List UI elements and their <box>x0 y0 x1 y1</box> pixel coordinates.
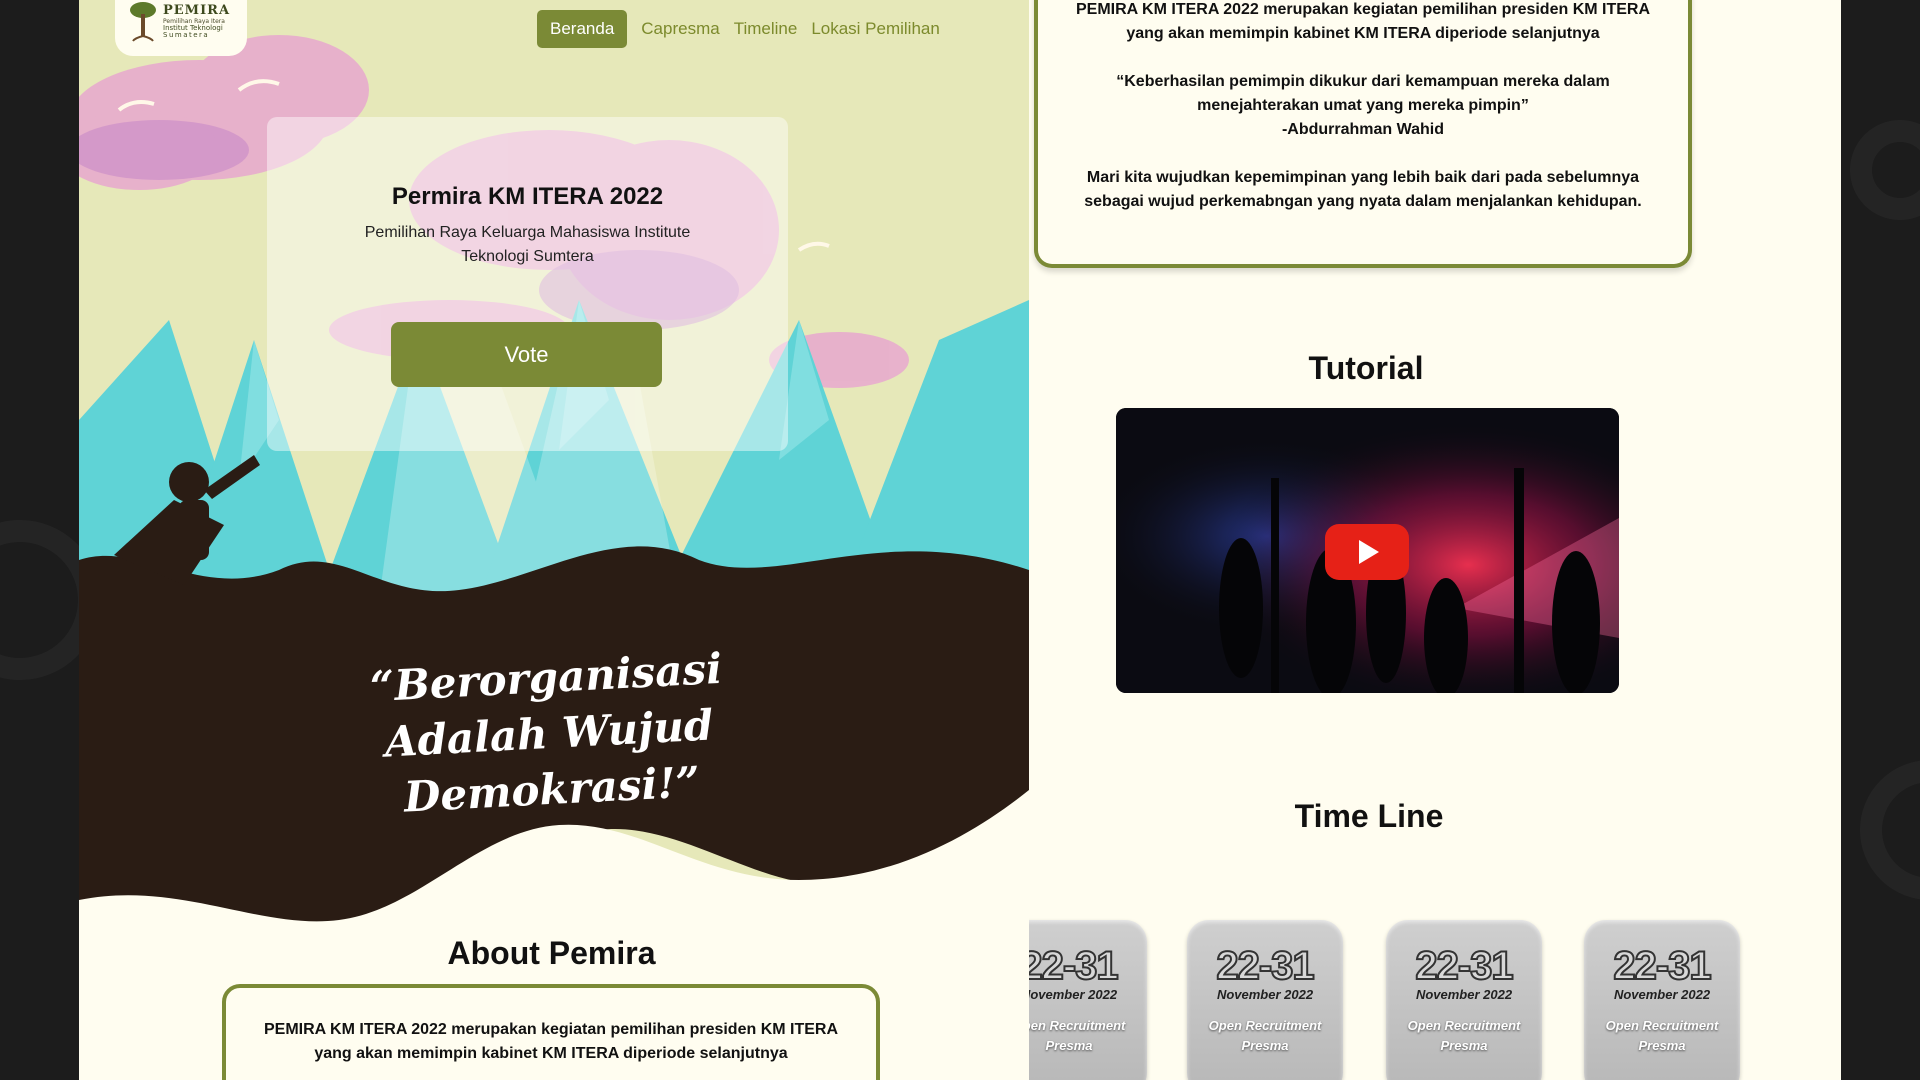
timeline-label: Open Recruitment Presma <box>1407 1018 1521 1053</box>
timeline-month: November 2022 <box>1216 987 1314 1002</box>
timeline-label: Open Recruitment Presma <box>1208 1018 1322 1053</box>
logo[interactable]: PEMIRA Pemilihan Raya Itera Institut Tek… <box>115 0 247 56</box>
hero-card: Permira KM ITERA 2022 Pemilihan Raya Kel… <box>267 117 788 451</box>
about-card: PEMIRA KM ITERA 2022 merupakan kegiatan … <box>222 984 880 1080</box>
timeline-date: 22-31 <box>1029 944 1120 988</box>
about-title: About Pemira <box>447 935 656 971</box>
info-description: PEMIRA KM ITERA 2022 merupakan kegiatan … <box>1075 1 1651 42</box>
play-icon[interactable] <box>1325 524 1409 580</box>
backdrop-decoration <box>1860 760 1920 900</box>
timeline-month: November 2022 <box>1613 987 1711 1002</box>
timeline-date: 22-31 <box>1414 944 1514 988</box>
nav-item-beranda[interactable]: Beranda <box>537 10 628 48</box>
timeline-date: 22-31 <box>1215 944 1315 988</box>
timeline-label: Open Recruitment Presma <box>1605 1018 1719 1053</box>
timeline-card: 22-31 November 2022 Open Recruitment Pre… <box>1029 920 1147 1080</box>
main-nav: Beranda Capresma Timeline Lokasi Pemilih… <box>537 10 947 48</box>
logo-name: PEMIRA <box>163 2 231 18</box>
hero-panel: PEMIRA Pemilihan Raya Itera Institut Tek… <box>79 0 1029 1080</box>
info-quote-author: -Abdurrahman Wahid <box>1281 121 1445 138</box>
hero-subtitle: Pemilihan Raya Keluarga Mahasiswa Instit… <box>364 224 691 265</box>
timeline-card: 22-31 November 2022 Open Recruitment Pre… <box>1187 920 1343 1080</box>
info-card: PEMIRA KM ITERA 2022 merupakan kegiatan … <box>1034 0 1692 268</box>
hero-title: Permira KM ITERA 2022 <box>391 183 664 210</box>
info-quote: “Keberhasilan pemimpin dikukur dari kema… <box>1116 73 1610 114</box>
timeline-title: Time Line <box>1294 798 1444 834</box>
info-quote-block: “Keberhasilan pemimpin dikukur dari kema… <box>1068 70 1658 142</box>
timeline-month: November 2022 <box>1029 987 1118 1002</box>
tree-logo-icon <box>130 2 156 42</box>
about-text: PEMIRA KM ITERA 2022 merupakan kegiatan … <box>263 1021 839 1062</box>
timeline-label: Open Recruitment Presma <box>1029 1018 1126 1053</box>
hero-quote: “Berorganisasi Adalah Wujud Demokrasi!” <box>368 643 724 822</box>
tutorial-video[interactable] <box>1116 408 1619 693</box>
logo-region: Sumatera <box>163 30 210 39</box>
content-panel: PEMIRA KM ITERA 2022 merupakan kegiatan … <box>1029 0 1841 1080</box>
backdrop-decoration <box>1850 120 1920 220</box>
timeline-date: 22-31 <box>1612 944 1712 988</box>
tutorial-title: Tutorial <box>1308 350 1424 386</box>
timeline-card: 22-31 November 2022 Open Recruitment Pre… <box>1584 920 1740 1080</box>
timeline-month: November 2022 <box>1415 987 1513 1002</box>
vote-button[interactable]: Vote <box>391 322 662 387</box>
nav-item-capresma[interactable]: Capresma <box>634 10 726 48</box>
logo-text: PEMIRA Pemilihan Raya Itera Institut Tek… <box>163 4 230 39</box>
nav-item-timeline[interactable]: Timeline <box>727 10 805 48</box>
nav-item-lokasi-pemilihan[interactable]: Lokasi Pemilihan <box>804 10 947 48</box>
info-call-to-action: Mari kita wujudkan kepemimpinan yang leb… <box>1084 169 1642 210</box>
timeline-card: 22-31 November 2022 Open Recruitment Pre… <box>1386 920 1542 1080</box>
